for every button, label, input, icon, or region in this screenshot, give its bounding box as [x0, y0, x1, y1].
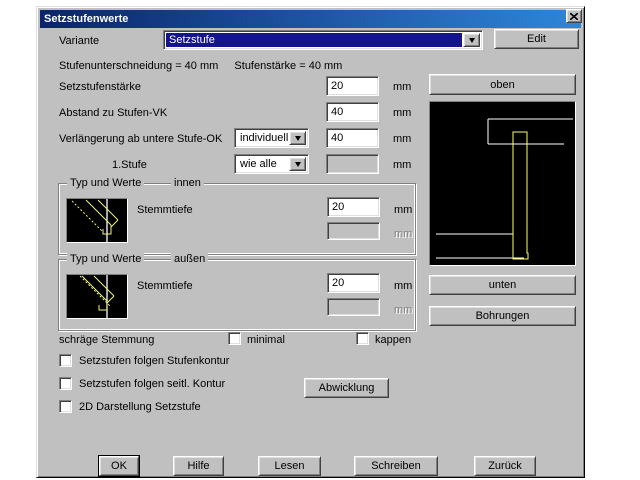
kappen-label: kappen — [375, 334, 411, 346]
staerke-unit: mm — [393, 81, 411, 93]
folgen-stufenkontur-checkbox[interactable] — [59, 354, 72, 367]
stufe1-combobox[interactable]: wie alle — [234, 154, 309, 174]
stufe1-dropdown-button[interactable] — [289, 157, 306, 171]
abwicklung-button[interactable]: Abwicklung — [304, 378, 389, 398]
oben-button-label: oben — [490, 79, 514, 91]
abstand-input[interactable] — [326, 102, 379, 122]
verlaengerung-combobox[interactable]: individuell — [234, 128, 309, 148]
staerke-input[interactable] — [326, 76, 379, 96]
schraege-stemmung-label: schräge Stemmung — [59, 334, 154, 346]
stemmtiefe-aussen-label: Stemmtiefe — [137, 280, 193, 292]
close-button[interactable] — [566, 9, 582, 23]
darstellung-2d-label: 2D Darstellung Setzstufe — [79, 401, 201, 413]
zurueck-button[interactable]: Zurück — [474, 456, 536, 476]
abwicklung-button-label: Abwicklung — [319, 382, 375, 394]
variante-combobox[interactable]: Setzstufe — [163, 30, 483, 50]
desktop: { "window": { "title": "Setzstufenwerte"… — [0, 0, 640, 480]
verlaengerung-input[interactable] — [326, 128, 379, 148]
innen-input-disabled — [327, 222, 380, 240]
stemmtiefe-aussen-unit: mm — [394, 280, 412, 292]
folgen-stufenkontur-label: Setzstufen folgen Stufenkontur — [79, 355, 229, 367]
close-icon — [570, 13, 578, 20]
stufe1-input-disabled — [326, 154, 379, 174]
group-aussen-side: außen — [171, 253, 208, 265]
minimal-checkbox[interactable] — [228, 332, 241, 345]
lesen-button-label: Lesen — [275, 460, 305, 472]
stair-section-preview — [429, 101, 576, 266]
darstellung-2d-checkbox[interactable] — [59, 400, 72, 413]
stemmtiefe-innen-input[interactable] — [327, 197, 380, 217]
kappen-checkbox[interactable] — [356, 332, 369, 345]
lesen-button[interactable]: Lesen — [258, 456, 321, 476]
unten-button-label: unten — [489, 279, 517, 291]
info-unterschneidung: Stufenunterschneidung = 40 mm — [59, 60, 218, 72]
stemm-typ-innen-button[interactable] — [66, 198, 128, 243]
stair-section-drawing — [430, 102, 575, 265]
group-innen-side: innen — [171, 177, 204, 189]
aussen-input-disabled — [327, 298, 380, 316]
stemm-typ-aussen-icon — [67, 275, 127, 318]
schreiben-button[interactable]: Schreiben — [354, 456, 438, 476]
schreiben-button-label: Schreiben — [371, 460, 421, 472]
stemmtiefe-innen-label: Stemmtiefe — [137, 204, 193, 216]
stemmtiefe-aussen-input[interactable] — [327, 273, 380, 293]
dialog-title: Setzstufenwerte — [44, 13, 128, 25]
minimal-label: minimal — [247, 334, 285, 346]
folgen-seitl-kontur-label: Setzstufen folgen seitl. Kontur — [79, 378, 225, 390]
bohrungen-button[interactable]: Bohrungen — [429, 306, 576, 326]
folgen-seitl-kontur-checkbox[interactable] — [59, 377, 72, 390]
verlaengerung-label: Verlängerung ab untere Stufe-OK — [59, 133, 222, 145]
zurueck-button-label: Zurück — [488, 460, 522, 472]
bohrungen-button-label: Bohrungen — [476, 310, 530, 322]
variante-label: Variante — [59, 35, 99, 47]
stufe1-label: 1.Stufe — [112, 159, 147, 171]
title-bar[interactable]: Setzstufenwerte — [40, 10, 581, 28]
edit-button-label: Edit — [527, 33, 546, 45]
stufe1-unit: mm — [393, 159, 411, 171]
info-stufenstaerke: Stufenstärke = 40 mm — [234, 60, 342, 72]
hilfe-button-label: Hilfe — [187, 460, 209, 472]
typ-werte-innen-group: Typ und Werte innen Stemmtiefe mm mm — [58, 183, 416, 255]
innen-unit-disabled: mm — [394, 228, 412, 240]
unten-button[interactable]: unten — [429, 275, 576, 295]
variante-value: Setzstufe — [166, 33, 462, 47]
setzstufenwerte-dialog: Setzstufenwerte Variante Setzstufe Edit … — [36, 6, 585, 478]
stemm-typ-aussen-button[interactable] — [66, 274, 128, 319]
typ-werte-aussen-group: Typ und Werte außen Stemmtiefe mm mm — [58, 259, 416, 331]
info-line: Stufenunterschneidung = 40 mm Stufenstär… — [59, 60, 342, 72]
group-innen-title: Typ und Werte — [67, 177, 144, 189]
oben-button[interactable]: oben — [429, 74, 576, 95]
abstand-label: Abstand zu Stufen-VK — [59, 107, 167, 119]
chevron-down-icon — [469, 38, 475, 43]
stemm-typ-innen-icon — [67, 199, 127, 242]
aussen-unit-disabled: mm — [394, 304, 412, 316]
ok-button[interactable]: OK — [99, 456, 139, 476]
group-aussen-title: Typ und Werte — [67, 253, 144, 265]
verlaengerung-value: individuell — [237, 131, 288, 145]
stemmtiefe-innen-unit: mm — [394, 204, 412, 216]
stufe1-value: wie alle — [237, 157, 288, 171]
hilfe-button[interactable]: Hilfe — [173, 456, 224, 476]
ok-button-label: OK — [111, 460, 127, 472]
variante-dropdown-button[interactable] — [463, 33, 480, 47]
staerke-label: Setzstufenstärke — [59, 81, 141, 93]
chevron-down-icon — [295, 136, 301, 141]
abstand-unit: mm — [393, 107, 411, 119]
chevron-down-icon — [295, 162, 301, 167]
verlaengerung-unit: mm — [393, 133, 411, 145]
edit-button[interactable]: Edit — [494, 29, 579, 49]
verlaengerung-dropdown-button[interactable] — [289, 131, 306, 145]
